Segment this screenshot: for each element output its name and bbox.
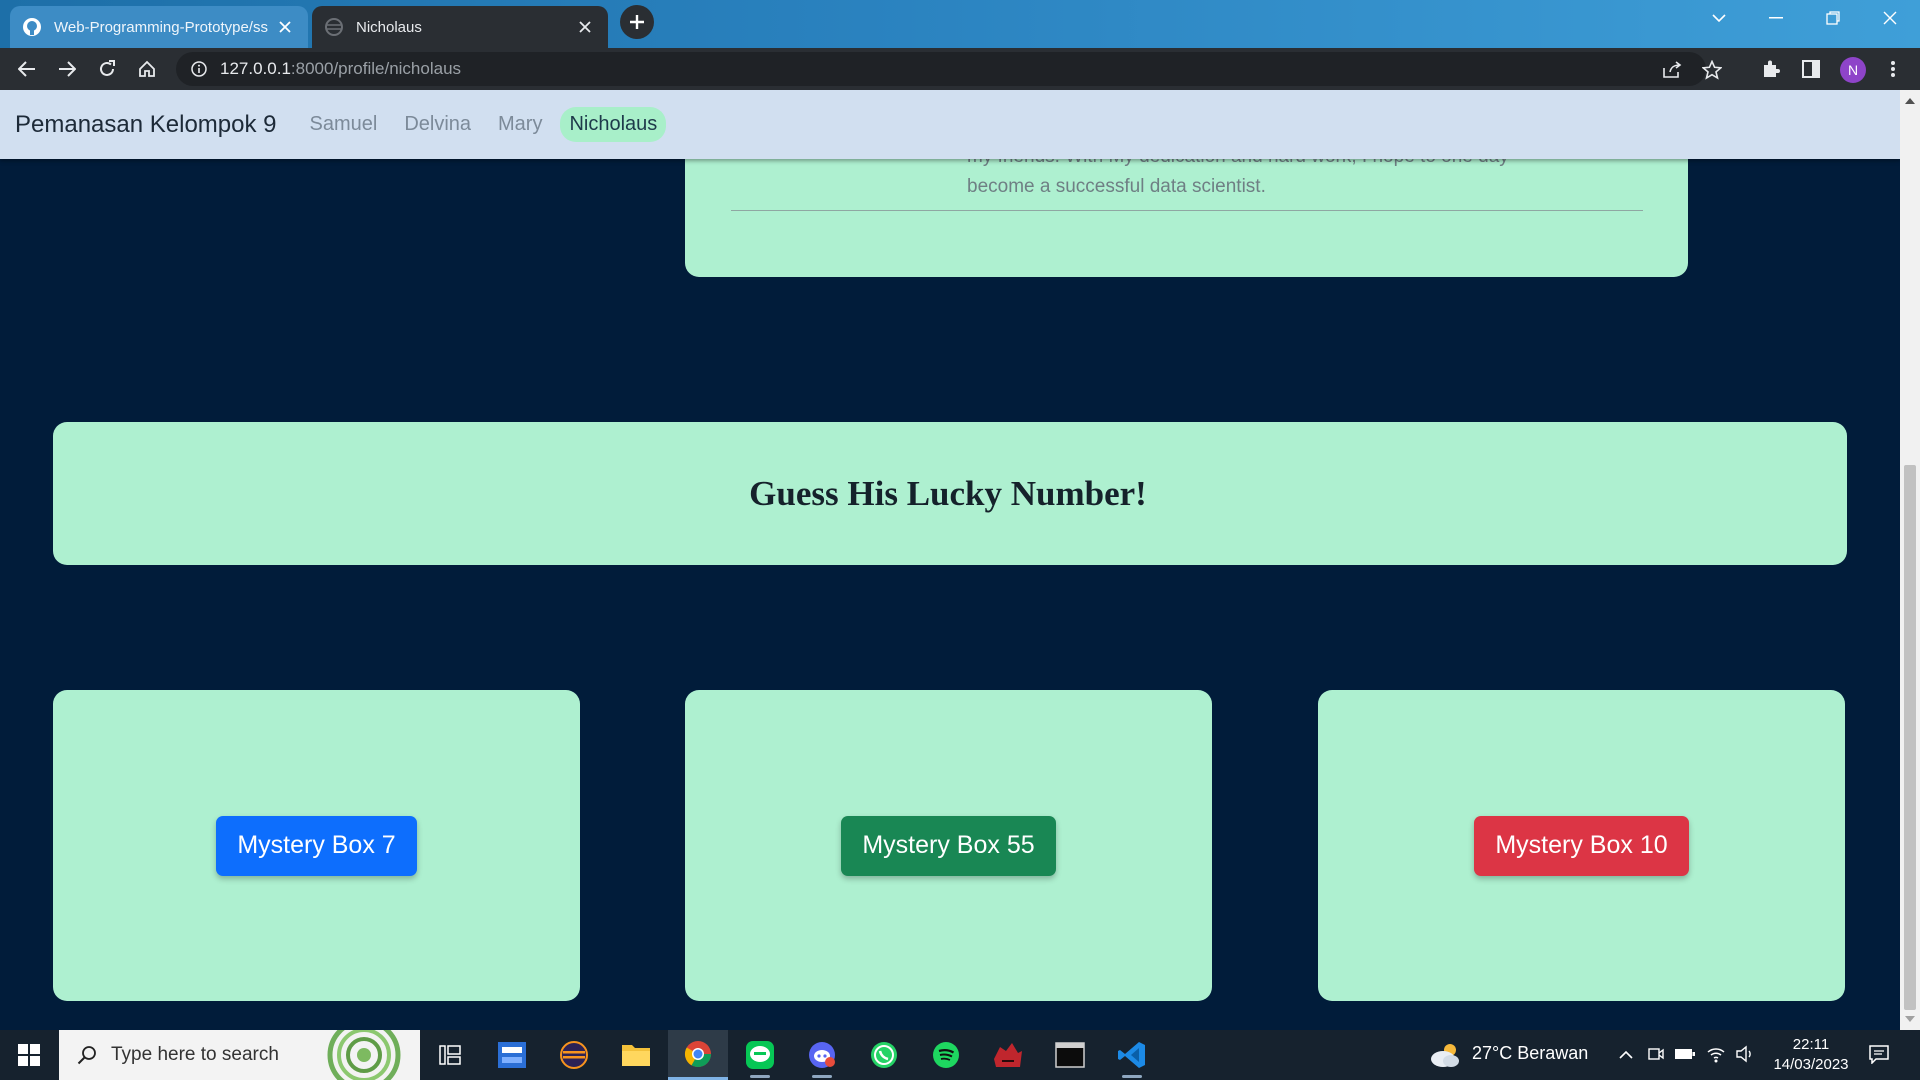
search-icon [75,1043,99,1067]
bookmark-star-icon[interactable] [1700,58,1724,82]
mystery-box-55-button[interactable]: Mystery Box 55 [841,815,1056,876]
discord-icon[interactable] [792,1030,852,1080]
search-placeholder: Type here to search [111,1044,279,1065]
url-path: :8000/profile/nicholaus [290,59,462,78]
app-icon[interactable] [978,1030,1038,1080]
clock-time: 22:11 [1792,1036,1830,1053]
info-icon[interactable] [188,58,210,80]
extensions-icon[interactable] [1759,57,1783,81]
wifi-icon[interactable] [1705,1043,1727,1065]
tab-search-button[interactable] [1691,0,1747,36]
chrome-icon[interactable] [668,1030,728,1080]
address-bar[interactable]: 127.0.0.1:8000/profile/nicholaus [176,52,1722,86]
page-viewport: Pemanasan Kelompok 9 Samuel Delvina Mary… [0,90,1900,1030]
minimize-button[interactable] [1748,0,1804,36]
system-clock[interactable]: 22:11 14/03/2023 [1768,1035,1854,1075]
bio-line: become a successful data scientist. [967,176,1266,197]
tab-title: Nicholaus [356,18,422,36]
kebab-menu-icon[interactable] [1881,57,1905,81]
battery-icon[interactable] [1674,1043,1696,1065]
site-brand[interactable]: Pemanasan Kelompok 9 [15,111,277,139]
dev-icon[interactable] [482,1030,542,1080]
browser-tab-strip: Web-Programming-Prototype/ss Nicholaus [0,0,1920,48]
clock-date: 14/03/2023 [1773,1056,1849,1073]
nav-link-samuel[interactable]: Samuel [301,107,387,142]
globe-icon [324,17,344,37]
line-icon[interactable] [730,1030,790,1080]
eclipse-icon[interactable] [544,1030,604,1080]
forward-button[interactable] [51,53,83,85]
scroll-down-arrow-icon[interactable] [1905,1014,1915,1024]
scroll-thumb[interactable] [1904,465,1916,1010]
site-navbar: Pemanasan Kelompok 9 Samuel Delvina Mary… [0,90,1900,159]
nav-link-nicholaus[interactable]: Nicholaus [560,107,667,142]
task-view-icon[interactable] [420,1030,480,1080]
page-scrollbar[interactable] [1900,90,1920,1030]
meet-now-icon[interactable] [1645,1043,1667,1065]
restore-button[interactable] [1805,0,1861,36]
start-button[interactable] [0,1030,58,1080]
scroll-up-arrow-icon[interactable] [1905,96,1915,106]
chevron-up-icon[interactable] [1615,1043,1637,1065]
tab-github[interactable]: Web-Programming-Prototype/ss [10,6,308,48]
windows-logo-icon [18,1044,40,1066]
notifications-icon[interactable] [1868,1043,1890,1065]
vscode-icon[interactable] [1102,1030,1162,1080]
mystery-box-10-button[interactable]: Mystery Box 10 [1474,815,1689,876]
profile-avatar[interactable]: N [1840,57,1866,83]
mystery-box-7-button[interactable]: Mystery Box 7 [216,815,417,876]
weather-cloud-icon[interactable] [1428,1038,1462,1072]
home-button[interactable] [131,53,163,85]
file-explorer-icon[interactable] [606,1030,666,1080]
nav-link-mary[interactable]: Mary [489,107,551,142]
whatsapp-icon[interactable] [854,1030,914,1080]
share-icon[interactable] [1660,58,1684,82]
mystery-box-card: Mystery Box 55 [685,690,1212,1001]
spotify-icon[interactable] [916,1030,976,1080]
close-window-button[interactable] [1862,0,1918,36]
windows-taskbar: Type here to search 27°C Berawan 22:11 1… [0,1030,1920,1080]
reload-button[interactable] [91,53,123,85]
new-tab-button[interactable] [620,5,654,39]
lucky-number-heading: Guess His Lucky Number! [749,473,1147,513]
divider [731,210,1643,211]
tab-title: Web-Programming-Prototype/ss [54,18,268,36]
nav-link-delvina[interactable]: Delvina [395,107,480,142]
search-highlight-icon [327,1030,401,1080]
close-icon[interactable] [574,16,596,38]
github-icon [22,17,42,37]
volume-icon[interactable] [1734,1043,1756,1065]
close-icon[interactable] [274,16,296,38]
taskbar-search-box[interactable]: Type here to search [59,1030,420,1080]
url-host: 127.0.0.1 [220,59,291,78]
side-panel-icon[interactable] [1799,57,1823,81]
browser-toolbar: 127.0.0.1:8000/profile/nicholaus N [0,48,1920,90]
mystery-box-card: Mystery Box 7 [53,690,580,1001]
lucky-number-panel: Guess His Lucky Number! [53,422,1847,565]
weather-text[interactable]: 27°C Berawan [1472,1043,1588,1064]
back-button[interactable] [11,53,43,85]
tab-nicholaus[interactable]: Nicholaus [312,6,608,48]
terminal-icon[interactable] [1040,1030,1100,1080]
mystery-box-card: Mystery Box 10 [1318,690,1845,1001]
